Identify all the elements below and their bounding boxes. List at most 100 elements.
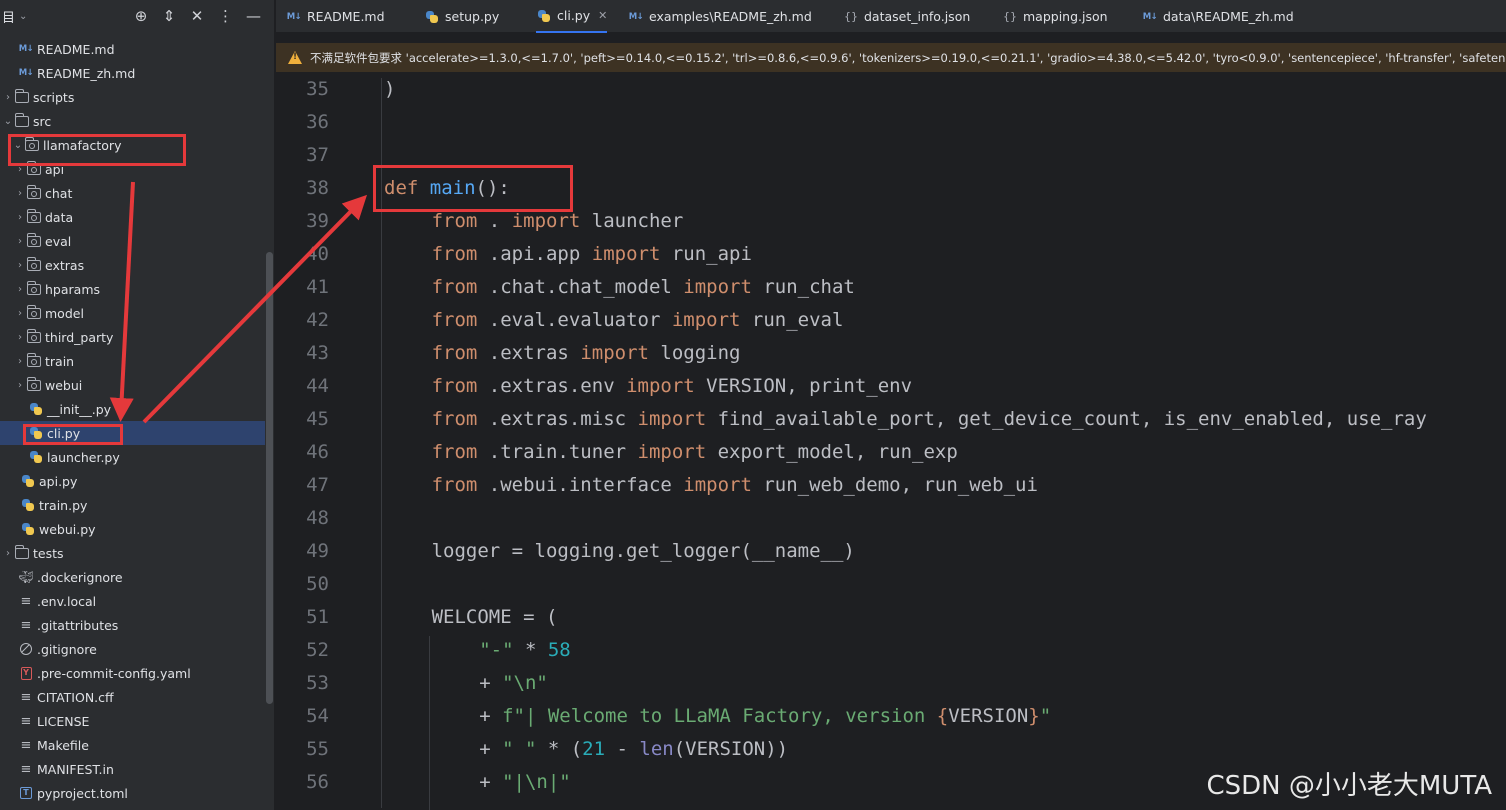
code-line[interactable]: from . import launcher [432,210,684,232]
tree-item-label: CITATION.cff [37,689,114,705]
tree-item[interactable]: › scripts [0,85,265,109]
tab-data-readme-zh-md[interactable]: M↓ data\README_zh.md [1142,0,1294,33]
code-token: run_web_demo, run_web_ui [751,474,1038,496]
code-line[interactable]: from .eval.evaluator import run_eval [432,309,844,331]
chevron-right-icon[interactable]: › [14,188,26,199]
chevron-right-icon[interactable]: › [14,260,26,271]
close-tab-icon[interactable]: ✕ [598,9,607,22]
chevron-right-icon[interactable]: › [2,92,14,103]
tree-item[interactable]: › hparams [0,277,265,301]
code-token: .extras.env [477,375,627,397]
code-token: from [431,276,478,298]
chevron-right-icon[interactable]: › [2,548,14,559]
tree-item[interactable]: cli.py [0,421,265,445]
code-editor[interactable]: 35) 36 37 38 def main(): 39 from . import laun… [276,76,1506,810]
code-line[interactable]: + "|\n|" [479,771,571,793]
tree-item[interactable]: › chat [0,181,265,205]
tree-item[interactable]: M↓ README_zh.md [0,61,265,85]
chevron-down-icon[interactable]: ⌄ [12,140,24,151]
code-line[interactable]: from .api.app import run_api [432,243,752,265]
code-line[interactable]: + "\n" [479,672,548,694]
code-line[interactable]: WELCOME = ( [432,606,558,628]
text-file-icon: ≡ [20,713,32,729]
tree-item[interactable]: ⌄ llamafactory [0,133,265,157]
code-token: .eval.evaluator [477,309,672,331]
tree-item[interactable]: › third_party [0,325,265,349]
code-line[interactable]: + " " * (21 - len(VERSION)) [479,738,788,760]
package-icon [26,232,42,249]
chevron-right-icon[interactable]: › [14,212,26,223]
tree-item[interactable]: ≡ CITATION.cff [0,685,265,709]
tab-cli-py[interactable]: cli.py ✕ [536,0,608,33]
tree-item[interactable]: .gitignore [0,637,265,661]
code-line[interactable]: "-" * 58 [479,639,571,661]
tab-dataset-info-json[interactable]: {} dataset_info.json [844,0,970,33]
python-icon [20,497,36,513]
tree-item[interactable]: › tests [0,541,265,565]
minimize-icon[interactable]: — [246,7,261,25]
chevron-right-icon[interactable]: › [14,380,26,391]
tree-item[interactable]: › extras [0,253,265,277]
tree-item-label: train [45,353,75,369]
tree-item[interactable]: launcher.py [0,445,265,469]
tree-item[interactable]: ≡ .gitattributes [0,613,265,637]
tree-item[interactable]: M↓ README.md [0,37,265,61]
tab-examples-readme-zh-md[interactable]: M↓ examples\README_zh.md [628,0,812,33]
chevron-right-icon[interactable]: › [14,284,26,295]
tree-item[interactable]: › api [0,157,265,181]
code-line[interactable]: from .train.tuner import export_model, r… [432,441,958,463]
code-token: - [605,738,640,760]
code-line[interactable]: from .extras import logging [432,342,741,364]
tree-item[interactable]: webui.py [0,517,265,541]
chevron-right-icon[interactable]: › [14,332,26,343]
code-line[interactable]: from .extras.env import VERSION, print_e… [432,375,912,397]
tree-item[interactable]: api.py [0,469,265,493]
tree-item[interactable]: ≡ Makefile [0,733,265,757]
tree-item[interactable]: ≡ LICENSE [0,709,265,733]
code-line[interactable]: from .extras.misc import find_available_… [432,408,1427,430]
tab-mapping-json[interactable]: {} mapping.json [1003,0,1108,33]
package-icon [26,184,42,201]
tree-item[interactable]: Y .pre-commit-config.yaml [0,661,265,685]
code-line[interactable]: logger = logging.get_logger(__name__) [432,540,855,562]
close-icon[interactable]: ✕ [190,7,204,25]
code-line[interactable]: def main(): [384,177,510,199]
tree-item-label: README_zh.md [37,65,136,81]
chevron-down-icon[interactable]: ⌄ [19,11,27,22]
chevron-right-icon[interactable]: › [14,356,26,367]
tree-item-label: scripts [33,89,75,105]
locate-file-icon[interactable]: ⊕ [134,7,148,25]
tree-item[interactable]: train.py [0,493,265,517]
more-options-icon[interactable]: ⋮ [218,7,233,25]
tree-item[interactable]: Tpyproject.toml [0,781,265,805]
sidebar-scrollbar[interactable] [266,252,273,704]
tree-item[interactable]: › data [0,205,265,229]
tree-item[interactable]: › webui [0,373,265,397]
chevron-down-icon[interactable]: ⌄ [2,116,14,127]
package-icon [26,376,42,393]
tree-item[interactable]: ≡ MANIFEST.in [0,757,265,781]
code-line[interactable]: + f"| Welcome to LLaMA Factory, version … [479,705,1051,727]
code-line[interactable]: from .webui.interface import run_web_dem… [432,474,1038,496]
tree-item[interactable]: 🐳︎ .dockerignore [0,565,265,589]
chevron-right-icon[interactable]: › [14,164,26,175]
expand-collapse-icon[interactable]: ⇕ [162,7,176,25]
tree-item[interactable]: › train [0,349,265,373]
code-line[interactable]: ) [384,78,395,100]
tree-item[interactable]: ≡ .env.local [0,589,265,613]
chevron-right-icon[interactable]: › [14,308,26,319]
tab-readme-md[interactable]: M↓ README.md [286,0,385,33]
tree-item[interactable]: › eval [0,229,265,253]
code-line[interactable]: from .chat.chat_model import run_chat [432,276,855,298]
tree-item[interactable]: › model [0,301,265,325]
toml-icon: T [18,785,34,801]
tree-item-label: webui [45,377,83,393]
tab-setup-py[interactable]: setup.py [424,0,499,33]
watermark: CSDN @小小老大MUTA [1206,771,1492,801]
chevron-right-icon[interactable]: › [14,236,26,247]
sidebar-title[interactable]: 目 [2,7,15,26]
tree-item[interactable]: ⌄ src [0,109,265,133]
code-token: import [580,342,649,364]
tree-item[interactable]: __init__.py [0,397,265,421]
folder-icon [14,544,30,561]
